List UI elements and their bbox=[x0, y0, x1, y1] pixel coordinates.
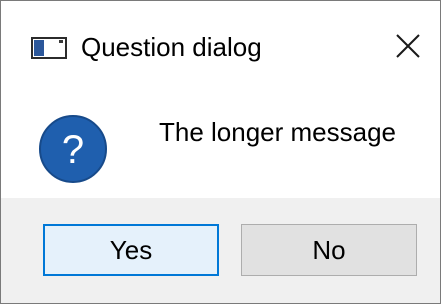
no-button[interactable]: No bbox=[241, 224, 417, 276]
question-dialog-window: Question dialog ? The longer message Yes… bbox=[0, 0, 441, 304]
button-bar: Yes No bbox=[1, 198, 440, 303]
title-bar[interactable]: Question dialog bbox=[1, 1, 440, 89]
yes-button[interactable]: Yes bbox=[43, 224, 219, 276]
window-title: Question dialog bbox=[81, 32, 262, 62]
svg-text:?: ? bbox=[62, 128, 84, 172]
question-icon: ? bbox=[39, 115, 107, 183]
dialog-message: The longer message bbox=[159, 117, 397, 147]
close-icon[interactable] bbox=[381, 23, 431, 73]
window-app-icon bbox=[31, 37, 67, 59]
